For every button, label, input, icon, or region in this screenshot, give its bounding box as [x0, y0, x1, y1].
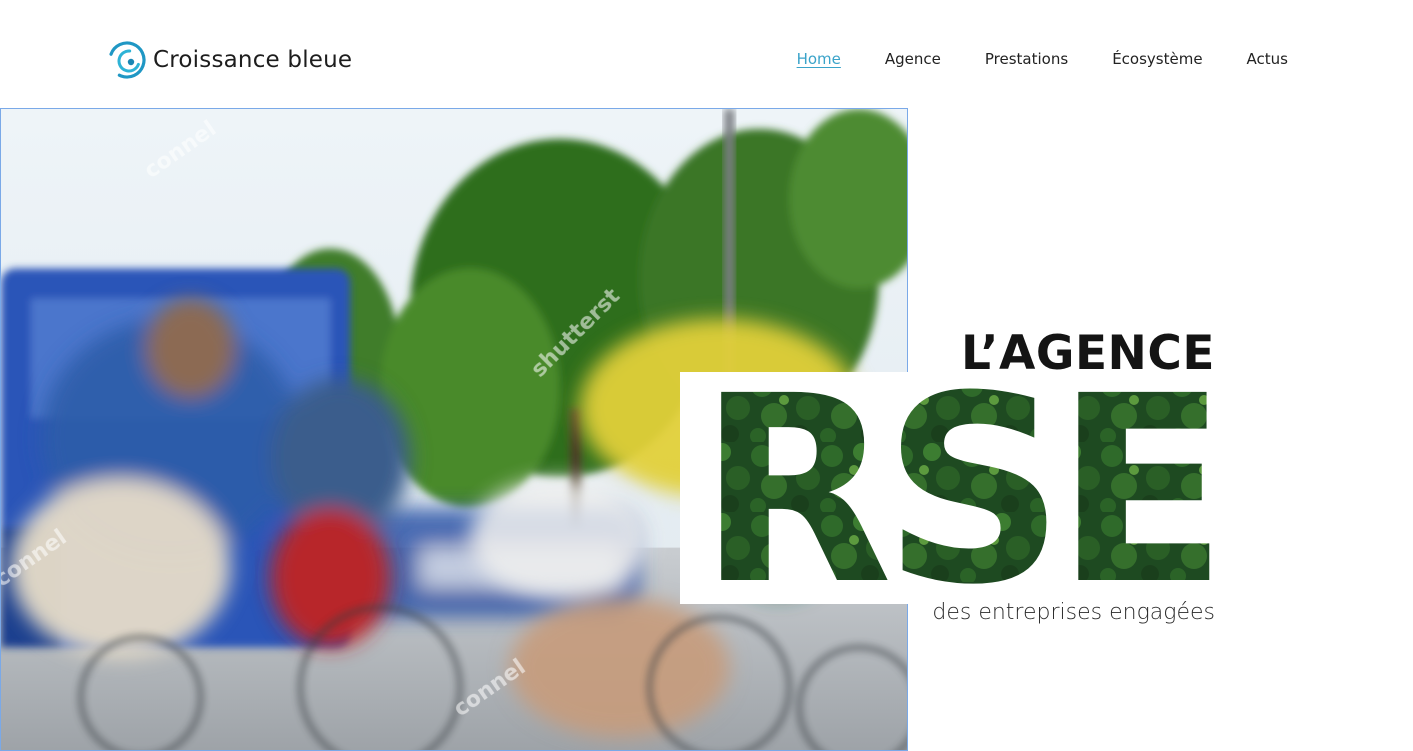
hero-headline: RSE [680, 372, 1240, 604]
nav-item-home[interactable]: Home [797, 50, 841, 68]
nav-item-agence[interactable]: Agence [885, 50, 941, 68]
svg-text:RSE: RSE [698, 372, 1218, 604]
site-header: Croissance bleue Home Agence Prestations… [0, 0, 1413, 108]
swirl-logo-icon [108, 41, 146, 79]
main-nav: Home Agence Prestations Écosystème Actus [753, 50, 1288, 68]
nav-item-prestations[interactable]: Prestations [985, 50, 1068, 68]
brand-logo-link[interactable]: Croissance bleue [107, 38, 352, 82]
headline-rse-text: RSE [698, 372, 1228, 604]
hero-subtitle: des entreprises engagées [932, 600, 1215, 625]
nav-item-ecosysteme[interactable]: Écosystème [1112, 50, 1202, 68]
nav-item-actus[interactable]: Actus [1247, 50, 1288, 68]
page: Croissance bleue Home Agence Prestations… [0, 0, 1413, 751]
brand-name: Croissance bleue [153, 47, 353, 73]
